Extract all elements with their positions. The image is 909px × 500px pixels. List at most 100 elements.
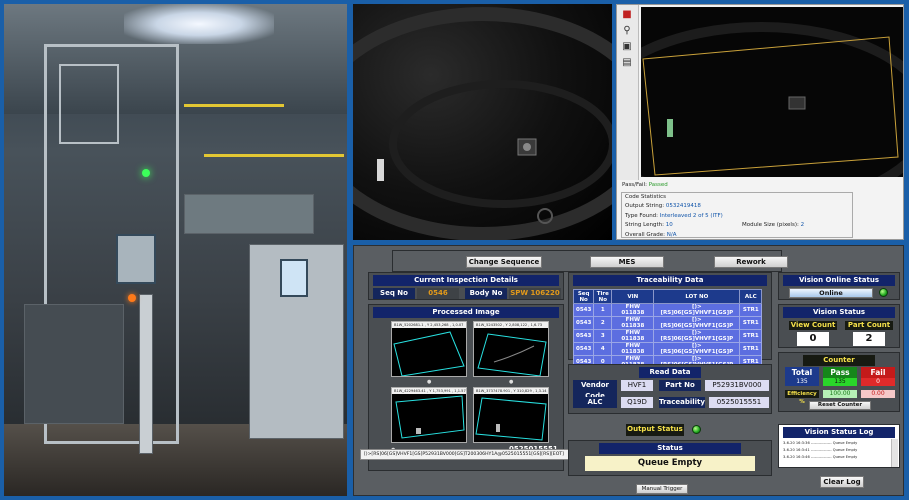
barcode-label <box>377 159 384 181</box>
cell-lot: [)>[RS]06[GS]VHVF1[GS]P <box>653 303 741 317</box>
total-label: Total <box>785 367 819 378</box>
camera-raw-image <box>353 4 612 240</box>
list-item: 3-6-20 16:3:41 ---------------- Queue Em… <box>783 448 858 452</box>
pass-label: Pass <box>823 367 857 378</box>
counter-title: Counter <box>803 355 875 366</box>
manual-trigger-button[interactable]: Manual Trigger <box>636 484 688 494</box>
camera-icon[interactable]: ■ <box>620 9 634 21</box>
part-no-value: P52931BV000 <box>705 380 769 391</box>
cell-alc: STR1 <box>739 329 763 343</box>
cell-lot: [)>[RS]06[GS]VHVF1[GS]P <box>653 342 741 356</box>
cell-vin: FHW 011838 <box>611 303 655 317</box>
efficiency-label: Efficiency % <box>785 390 819 405</box>
seq-no-value: 0546 <box>417 288 459 299</box>
output-status-label: Output Status <box>626 424 684 436</box>
table-row[interactable]: 0543 1 FHW 011838 [)>[RS]06[GS]VHVF1[GS]P ST… <box>572 303 763 317</box>
thumb-divider-dot-2: ● <box>509 379 514 385</box>
image-icon[interactable]: ▣ <box>620 41 634 53</box>
processed-thumb-2[interactable]: B1W_5243502 , Y 2,808,122 , 1,6.73 <box>473 321 549 377</box>
traceability-title: Traceability Data <box>573 275 767 286</box>
cell-alc: STR1 <box>739 316 763 330</box>
pass-fail-label: Pass/Fail: <box>622 182 647 188</box>
cell-seq: 0543 <box>572 342 595 356</box>
reset-counter-button[interactable]: Reset Counter <box>809 401 871 410</box>
rework-button[interactable]: Rework <box>714 256 788 268</box>
table-row[interactable]: 0543 4 FHW 011838 [)>[RS]06[GS]VHVF1[GS]P ST… <box>572 342 763 356</box>
output-string-row: Output String: 0532419418 <box>622 202 852 212</box>
cabinet-screen <box>280 259 308 297</box>
header-seq-no: Seq No <box>572 289 595 304</box>
output-status-led <box>692 425 701 434</box>
overall-grade-label: Overall Grade: <box>625 231 666 238</box>
traceability-header-row: Seq No Tire No VIN LOT NO ALC <box>572 289 763 304</box>
seq-no-label: Seq No <box>373 288 415 299</box>
tire-image <box>353 7 612 240</box>
operator-panel <box>116 234 156 284</box>
cell-lot: [)>[RS]06[GS]VHVF1[GS]P <box>653 329 741 343</box>
yellow-railing <box>184 104 284 144</box>
traceability-panel: Traceability Data Seq No Tire No VIN LOT… <box>568 272 772 369</box>
robot-base <box>24 304 124 424</box>
cell-alc: STR1 <box>739 342 763 356</box>
change-sequence-button[interactable]: Change Sequence <box>466 256 542 268</box>
cell-vin: FHW 011838 <box>611 329 655 343</box>
save-icon[interactable]: ▤ <box>620 57 634 69</box>
table-row[interactable]: 0543 3 FHW 011838 [)>[RS]06[GS]VHVF1[GS]P ST… <box>572 329 763 343</box>
reader-image-view <box>641 7 903 177</box>
body-no-label: Body No <box>465 288 507 299</box>
processed-thumb-1[interactable]: B1W_5202681.1 , Y 2,453,268 , 1,0.07 <box>391 321 467 377</box>
module-size-label: Module Size (pixels): <box>742 222 799 228</box>
body-no-value: SPW 106220 <box>509 288 561 299</box>
vision-status-log-panel: Vision Status Log 3-6-20 16:3:36 -------… <box>778 424 900 468</box>
part-count-value: 2 <box>853 332 885 346</box>
output-string-value: 0532419418 <box>665 203 701 209</box>
vision-online-title: Vision Online Status <box>783 275 895 286</box>
barcode-string-field[interactable]: [)>[RS]06[GS]VHVF1[GS]P52931BV000[GS]T20… <box>360 449 590 460</box>
code-statistics-title: Code Statistics <box>625 193 666 200</box>
list-item: 3-6-20 16:3:36 ---------------- Queue Em… <box>783 441 858 445</box>
hmi-screen: Change Sequence MES Rework Current Inspe… <box>353 245 904 496</box>
fail-percent-value: 0.00 <box>861 390 895 398</box>
processed-thumb-4[interactable]: B1W_3737478.901 , Y 310,829 , 1,3.14 <box>473 387 549 443</box>
operator-pole <box>139 294 153 454</box>
string-length-row: String Length: 10 Module Size (pixels): … <box>622 221 852 231</box>
cell-tire: 4 <box>593 342 613 356</box>
inspection-title: Current Inspection Details <box>373 275 559 286</box>
table-row[interactable]: 0543 2 FHW 011838 [)>[RS]06[GS]VHVF1[GS]P ST… <box>572 316 763 330</box>
pass-fail-value: Passed <box>648 182 668 188</box>
log-list[interactable]: 3-6-20 16:3:36 ---------------- Queue Em… <box>783 440 891 461</box>
gantry-frame-inner <box>59 64 119 144</box>
processed-thumb-3[interactable]: B1W_4229463.41 , Y 1,753,991 , 1,1.57 <box>391 387 467 443</box>
cell-seq: 0543 <box>572 303 595 317</box>
thumb-3-image <box>395 395 465 439</box>
mes-button[interactable]: MES <box>590 256 664 268</box>
string-length-value: 10 <box>665 222 673 228</box>
vision-status-panel: Vision Status View Count Part Count 0 2 <box>778 304 900 348</box>
view-count-label: View Count <box>789 321 837 330</box>
traceability-value: 0525015551 <box>709 397 769 408</box>
cell-seq: 0543 <box>572 316 595 330</box>
header-vin: VIN <box>611 289 655 304</box>
processed-image-title: Processed Image <box>373 307 559 318</box>
traceability-label: Traceability <box>659 397 705 408</box>
log-scrollbar[interactable] <box>891 439 898 467</box>
zoom-icon[interactable]: ⚲ <box>620 25 634 37</box>
efficiency-value: 100.00 <box>823 390 857 398</box>
online-button[interactable]: Online <box>789 288 873 298</box>
online-led <box>879 288 888 297</box>
status-value: Queue Empty <box>585 456 755 471</box>
vendor-code-value: HVF1 <box>621 380 653 391</box>
conveyor <box>184 194 314 234</box>
cell-tire: 3 <box>593 329 613 343</box>
list-item: 3-6-20 16:3:46 ---------------- Queue Em… <box>783 455 858 459</box>
view-count-value: 0 <box>797 332 829 346</box>
traceability-table: Seq No Tire No VIN LOT NO ALC 0543 1 FHW 0… <box>572 289 763 369</box>
counter-panel: Counter Total Pass Fail 135 135 0 Effici… <box>778 352 900 412</box>
read-data-title: Read Data <box>639 367 701 378</box>
read-data-panel: Read Data Vendor Code HVF1 Part No P5293… <box>568 364 772 414</box>
vision-status-title: Vision Status <box>783 307 895 318</box>
status-light <box>142 169 150 177</box>
yellow-railing-2 <box>204 154 344 184</box>
clear-log-button[interactable]: Clear Log <box>820 476 864 488</box>
tool-strip: ■ ⚲ ▣ ▤ <box>617 5 639 180</box>
